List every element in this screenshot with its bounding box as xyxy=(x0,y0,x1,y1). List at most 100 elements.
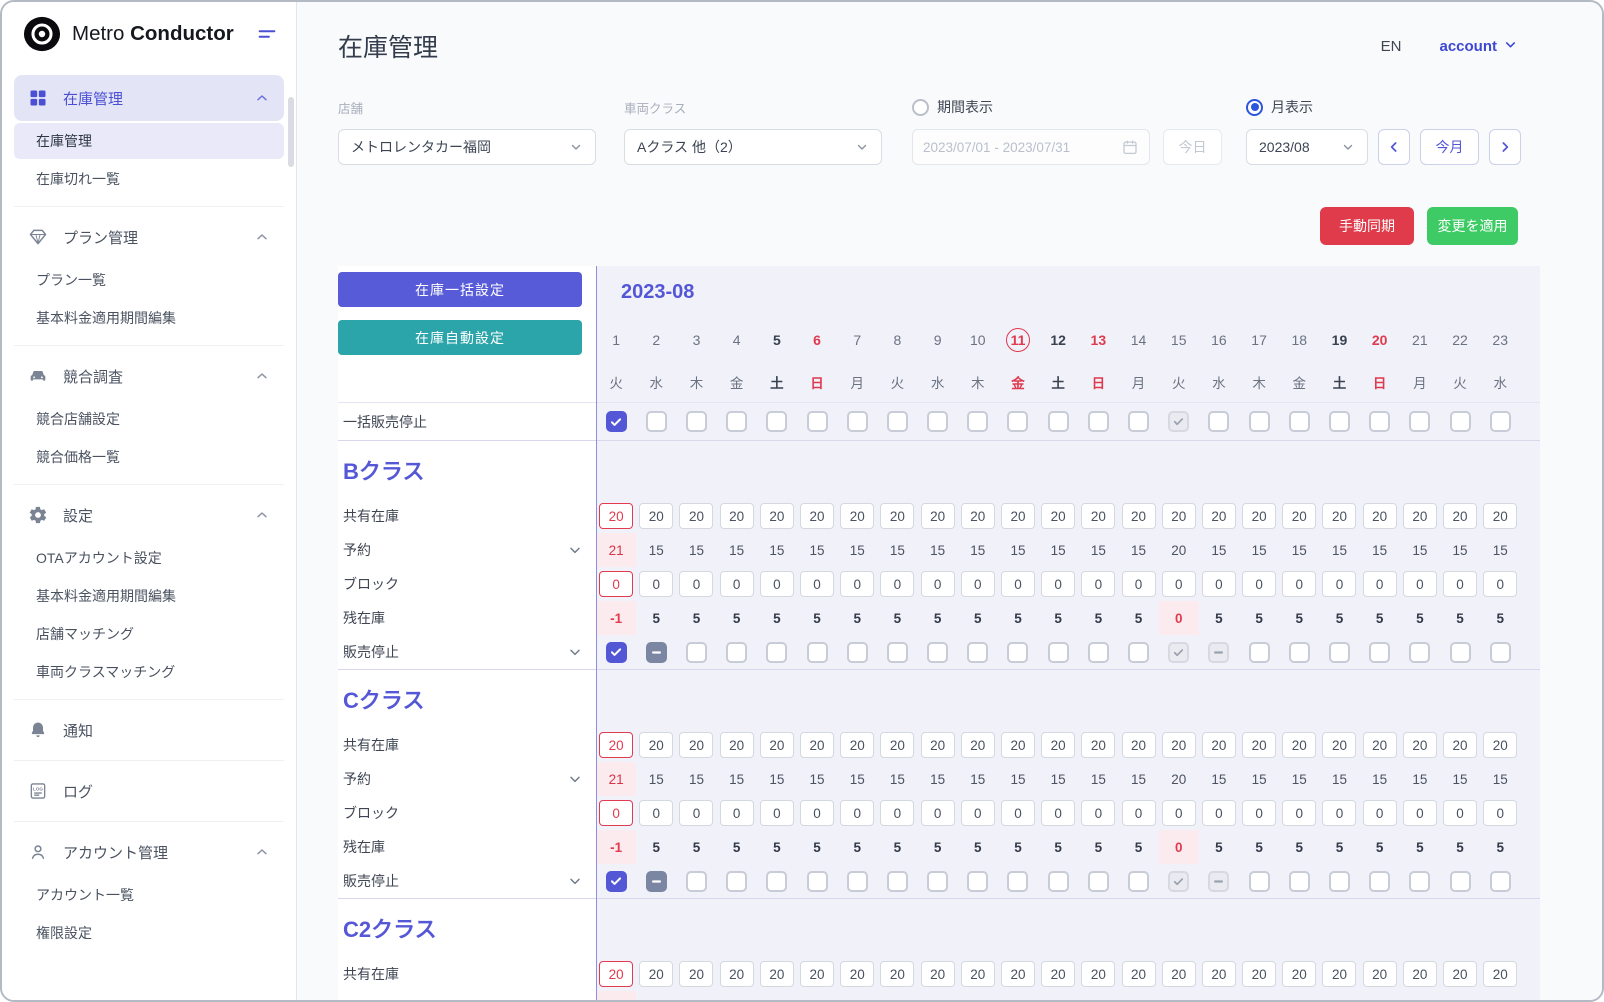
inventory-input[interactable]: 0 xyxy=(800,800,834,826)
inventory-input[interactable]: 20 xyxy=(961,503,995,529)
inventory-input[interactable]: 20 xyxy=(1081,503,1115,529)
stop-checkbox[interactable] xyxy=(606,871,627,892)
inventory-input[interactable]: 0 xyxy=(1443,800,1477,826)
stop-checkbox[interactable] xyxy=(967,411,988,432)
inventory-input[interactable]: 20 xyxy=(1282,961,1316,987)
inventory-input[interactable]: 0 xyxy=(1443,571,1477,597)
date-header-day[interactable]: 3 xyxy=(676,318,716,362)
inventory-input[interactable]: 0 xyxy=(639,800,673,826)
sidebar-item-settings-3[interactable]: 車両クラスマッチング xyxy=(14,654,284,690)
chevron-down-icon[interactable] xyxy=(567,771,583,787)
stop-checkbox[interactable] xyxy=(1490,871,1511,892)
inventory-input[interactable]: 0 xyxy=(1282,571,1316,597)
sidebar-item-competitor-1[interactable]: 競合価格一覧 xyxy=(14,439,284,475)
stop-checkbox[interactable] xyxy=(847,642,868,663)
month-display-radio[interactable]: 月表示 xyxy=(1246,97,1313,117)
inventory-input[interactable]: 20 xyxy=(1403,732,1437,758)
inventory-input[interactable]: 20 xyxy=(1322,732,1356,758)
chevron-down-icon[interactable] xyxy=(567,644,583,660)
inventory-input[interactable]: 20 xyxy=(1162,503,1196,529)
sidebar-item-inventory-1[interactable]: 在庫切れ一覧 xyxy=(14,161,284,197)
inventory-input[interactable]: 0 xyxy=(1041,800,1075,826)
date-header-day[interactable]: 20 xyxy=(1360,318,1400,362)
inventory-input[interactable]: 0 xyxy=(679,571,713,597)
inventory-input[interactable]: 20 xyxy=(1162,732,1196,758)
inventory-input[interactable]: 20 xyxy=(1162,961,1196,987)
inventory-input[interactable]: 0 xyxy=(840,800,874,826)
stop-checkbox[interactable] xyxy=(1088,411,1109,432)
stop-checkbox[interactable] xyxy=(1329,642,1350,663)
inventory-input[interactable]: 20 xyxy=(679,503,713,529)
stop-checkbox[interactable] xyxy=(766,871,787,892)
inventory-input[interactable]: 20 xyxy=(720,732,754,758)
stop-checkbox[interactable] xyxy=(766,411,787,432)
inventory-input[interactable]: 0 xyxy=(1081,800,1115,826)
stop-checkbox[interactable] xyxy=(1128,411,1149,432)
stop-checkbox[interactable] xyxy=(1128,871,1149,892)
inventory-input[interactable]: 0 xyxy=(1282,800,1316,826)
stop-checkbox[interactable] xyxy=(1048,871,1069,892)
account-menu[interactable]: account xyxy=(1439,37,1518,56)
inventory-input[interactable]: 0 xyxy=(1363,571,1397,597)
inventory-input[interactable]: 20 xyxy=(1363,732,1397,758)
this-month-button[interactable]: 今月 xyxy=(1420,129,1479,165)
inventory-input[interactable]: 20 xyxy=(720,503,754,529)
inventory-input[interactable]: 0 xyxy=(1001,571,1035,597)
inventory-input[interactable]: 0 xyxy=(1242,571,1276,597)
date-header-day[interactable]: 16 xyxy=(1199,318,1239,362)
inventory-input[interactable]: 20 xyxy=(961,961,995,987)
stop-checkbox[interactable] xyxy=(1329,871,1350,892)
date-header-day[interactable]: 4 xyxy=(717,318,757,362)
inventory-input[interactable]: 0 xyxy=(1242,800,1276,826)
stop-checkbox[interactable] xyxy=(1128,642,1149,663)
stop-checkbox[interactable] xyxy=(686,642,707,663)
sidebar-item-settings-2[interactable]: 店舗マッチング xyxy=(14,616,284,652)
inventory-input[interactable]: 0 xyxy=(720,571,754,597)
date-header-day[interactable]: 22 xyxy=(1440,318,1480,362)
sidebar-section-notifications[interactable]: 通知 xyxy=(14,707,284,753)
stop-checkbox[interactable] xyxy=(1289,642,1310,663)
inventory-input[interactable]: 20 xyxy=(1081,961,1115,987)
stop-checkbox[interactable] xyxy=(1007,871,1028,892)
date-header-day[interactable]: 9 xyxy=(918,318,958,362)
stop-checkbox[interactable] xyxy=(1289,411,1310,432)
inventory-input[interactable]: 0 xyxy=(1122,800,1156,826)
stop-checkbox[interactable] xyxy=(887,411,908,432)
period-display-radio[interactable]: 期間表示 xyxy=(912,97,993,117)
stop-checkbox[interactable] xyxy=(1249,411,1270,432)
stop-checkbox[interactable] xyxy=(1088,642,1109,663)
stop-checkbox[interactable] xyxy=(686,871,707,892)
inventory-input[interactable]: 20 xyxy=(840,732,874,758)
inventory-input[interactable]: 20 xyxy=(800,503,834,529)
stop-checkbox[interactable] xyxy=(1450,871,1471,892)
language-toggle[interactable]: EN xyxy=(1381,38,1402,55)
date-header-day[interactable]: 1 xyxy=(596,318,636,362)
stop-checkbox[interactable] xyxy=(1249,871,1270,892)
today-button[interactable]: 今日 xyxy=(1163,129,1222,165)
date-header-day[interactable]: 10 xyxy=(958,318,998,362)
inventory-input[interactable]: 20 xyxy=(1282,503,1316,529)
sidebar-item-plan-1[interactable]: 基本料金適用期間編集 xyxy=(14,300,284,336)
stop-checkbox[interactable] xyxy=(686,411,707,432)
inventory-input[interactable]: 20 xyxy=(639,961,673,987)
stop-checkbox[interactable] xyxy=(606,642,627,663)
stop-checkbox[interactable] xyxy=(1208,871,1229,892)
date-header-day[interactable]: 14 xyxy=(1118,318,1158,362)
stop-checkbox[interactable] xyxy=(967,642,988,663)
inventory-input[interactable]: 20 xyxy=(961,732,995,758)
stop-checkbox[interactable] xyxy=(1088,871,1109,892)
date-header-day[interactable]: 8 xyxy=(877,318,917,362)
inventory-input[interactable]: 20 xyxy=(599,732,633,758)
date-header-day[interactable]: 13 xyxy=(1078,318,1118,362)
inventory-input[interactable]: 0 xyxy=(639,571,673,597)
inventory-input[interactable]: 20 xyxy=(1322,503,1356,529)
stop-checkbox[interactable] xyxy=(847,871,868,892)
stop-checkbox[interactable] xyxy=(927,411,948,432)
stop-checkbox[interactable] xyxy=(646,871,667,892)
inventory-input[interactable]: 20 xyxy=(880,503,914,529)
inventory-input[interactable]: 0 xyxy=(1403,800,1437,826)
sidebar-section-log[interactable]: LOGログ xyxy=(14,768,284,814)
inventory-input[interactable]: 0 xyxy=(921,800,955,826)
inventory-input[interactable]: 20 xyxy=(679,732,713,758)
apply-changes-button[interactable]: 変更を適用 xyxy=(1427,207,1518,245)
